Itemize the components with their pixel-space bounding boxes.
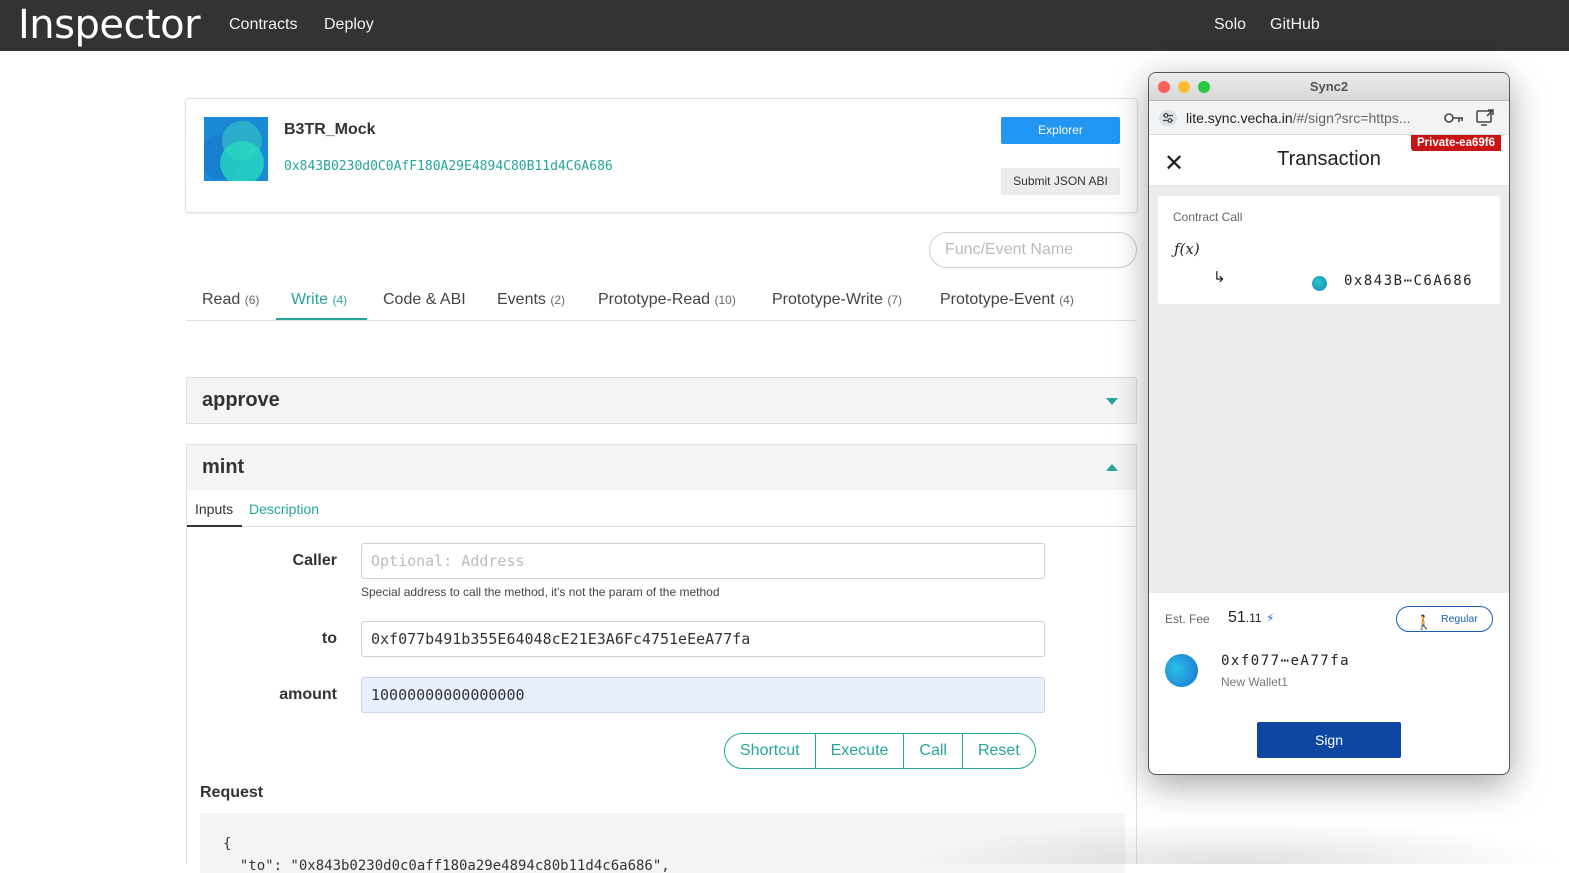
amount-input[interactable]: 10000000000000000: [361, 677, 1045, 713]
to-input[interactable]: 0xf077b491b355E64048cE21E3A6Fc4751eEeA77…: [361, 621, 1045, 657]
mint-subtabs: Inputs Description: [187, 490, 1136, 527]
execute-button[interactable]: Execute: [816, 734, 905, 768]
tab-read[interactable]: Read (6): [202, 291, 259, 309]
signer-avatar[interactable]: [1165, 654, 1198, 687]
action-button-group: Shortcut Execute Call Reset: [724, 733, 1036, 769]
site-settings-icon[interactable]: [1159, 110, 1177, 126]
tab-prototype-write[interactable]: Prototype-Write (7): [772, 291, 902, 309]
chevron-up-icon: [1106, 464, 1118, 471]
tab-write[interactable]: Write (4): [291, 291, 347, 309]
fee-speed-button[interactable]: 🚶 Regular: [1396, 606, 1493, 632]
amount-label: amount: [279, 686, 337, 703]
contract-card: B3TR_Mock 0x843B0230d0C0AfF180A29E4894C8…: [185, 98, 1138, 213]
est-fee-label: Est. Fee: [1165, 612, 1210, 626]
shortcut-button[interactable]: Shortcut: [725, 734, 816, 768]
approve-section-header[interactable]: approve: [186, 377, 1137, 424]
mint-title: mint: [202, 456, 245, 478]
clauses-area: Contract Call ƒ(x) ↳ 0x843B⋯C6A686: [1149, 186, 1509, 593]
top-navbar: Inspector Contracts Deploy Solo GitHub: [0, 0, 1569, 51]
active-tab-indicator: [276, 318, 367, 320]
est-fee-value: 51.11 ⚡: [1228, 609, 1275, 626]
submit-json-abi-button[interactable]: Submit JSON ABI: [1001, 168, 1120, 195]
mint-body: Inputs Description Caller Optional: Addr…: [186, 490, 1137, 873]
key-icon[interactable]: [1444, 112, 1464, 124]
url-bar[interactable]: lite.sync.vecha.in/#/sign?src=https...: [1149, 101, 1509, 135]
recipient-avatar: [1312, 276, 1327, 291]
tab-code-abi[interactable]: Code & ABI: [383, 291, 466, 309]
tab-prototype-read[interactable]: Prototype-Read (10): [598, 291, 736, 309]
nav-deploy[interactable]: Deploy: [324, 16, 374, 34]
chevron-down-icon: [1106, 398, 1118, 405]
reset-button[interactable]: Reset: [963, 734, 1035, 768]
contract-address: 0x843B0230d0C0AfF180A29E4894C80B11d4C6A6…: [284, 159, 613, 174]
sync2-window: Sync2 lite.sync.vecha.in/#/sign?src=http…: [1148, 72, 1510, 775]
sign-button[interactable]: Sign: [1257, 722, 1401, 758]
recipient-address: 0x843B⋯C6A686: [1344, 273, 1474, 289]
url-text: lite.sync.vecha.in/#/sign?src=https...: [1186, 110, 1411, 126]
contract-tabs: Read (6) Write (4) Code & ABI Events (2)…: [186, 280, 1137, 321]
transaction-title: Transaction: [1277, 148, 1381, 170]
energy-bolt-icon: ⚡: [1266, 611, 1275, 625]
tab-prototype-event[interactable]: Prototype-Event (4): [940, 291, 1074, 309]
subtab-indicator: [187, 525, 242, 527]
approve-title: approve: [202, 389, 280, 411]
contract-logo-icon: [204, 117, 268, 181]
return-arrow-icon: ↳: [1213, 269, 1226, 286]
brand-logo[interactable]: Inspector: [18, 2, 201, 48]
caller-hint: Special address to call the method, it's…: [361, 585, 720, 599]
signer-address: 0xf077⋯eA77fa: [1221, 653, 1351, 669]
function-icon: ƒ(x): [1174, 240, 1200, 258]
install-app-icon[interactable]: [1476, 109, 1494, 126]
mint-section-header[interactable]: mint: [186, 444, 1137, 491]
nav-contracts[interactable]: Contracts: [229, 16, 297, 34]
contract-call-label: Contract Call: [1173, 210, 1243, 224]
contract-name: B3TR_Mock: [284, 121, 376, 138]
subtab-description[interactable]: Description: [249, 501, 319, 517]
maximize-window-icon[interactable]: [1198, 81, 1210, 93]
request-label: Request: [200, 784, 264, 801]
subtab-inputs[interactable]: Inputs: [195, 501, 233, 517]
explorer-button[interactable]: Explorer: [1001, 117, 1120, 144]
close-window-icon[interactable]: [1158, 81, 1170, 93]
minimize-window-icon[interactable]: [1178, 81, 1190, 93]
contract-call-card[interactable]: Contract Call ƒ(x) ↳ 0x843B⋯C6A686: [1158, 196, 1500, 304]
to-label: to: [321, 630, 337, 647]
nav-github[interactable]: GitHub: [1270, 16, 1320, 34]
nav-solo[interactable]: Solo: [1214, 16, 1246, 34]
signer-wallet-name: New Wallet1: [1221, 675, 1288, 689]
caller-input[interactable]: Optional: Address: [361, 543, 1045, 579]
call-button[interactable]: Call: [904, 734, 963, 768]
caller-label: Caller: [292, 552, 337, 569]
func-event-search-input[interactable]: Func/Event Name: [929, 232, 1137, 268]
request-json: { "to": "0x843b0230d0c0aff180a29e4894c80…: [200, 813, 1125, 873]
walking-person-icon: 🚶: [1415, 614, 1433, 630]
tab-events[interactable]: Events (2): [497, 291, 565, 309]
